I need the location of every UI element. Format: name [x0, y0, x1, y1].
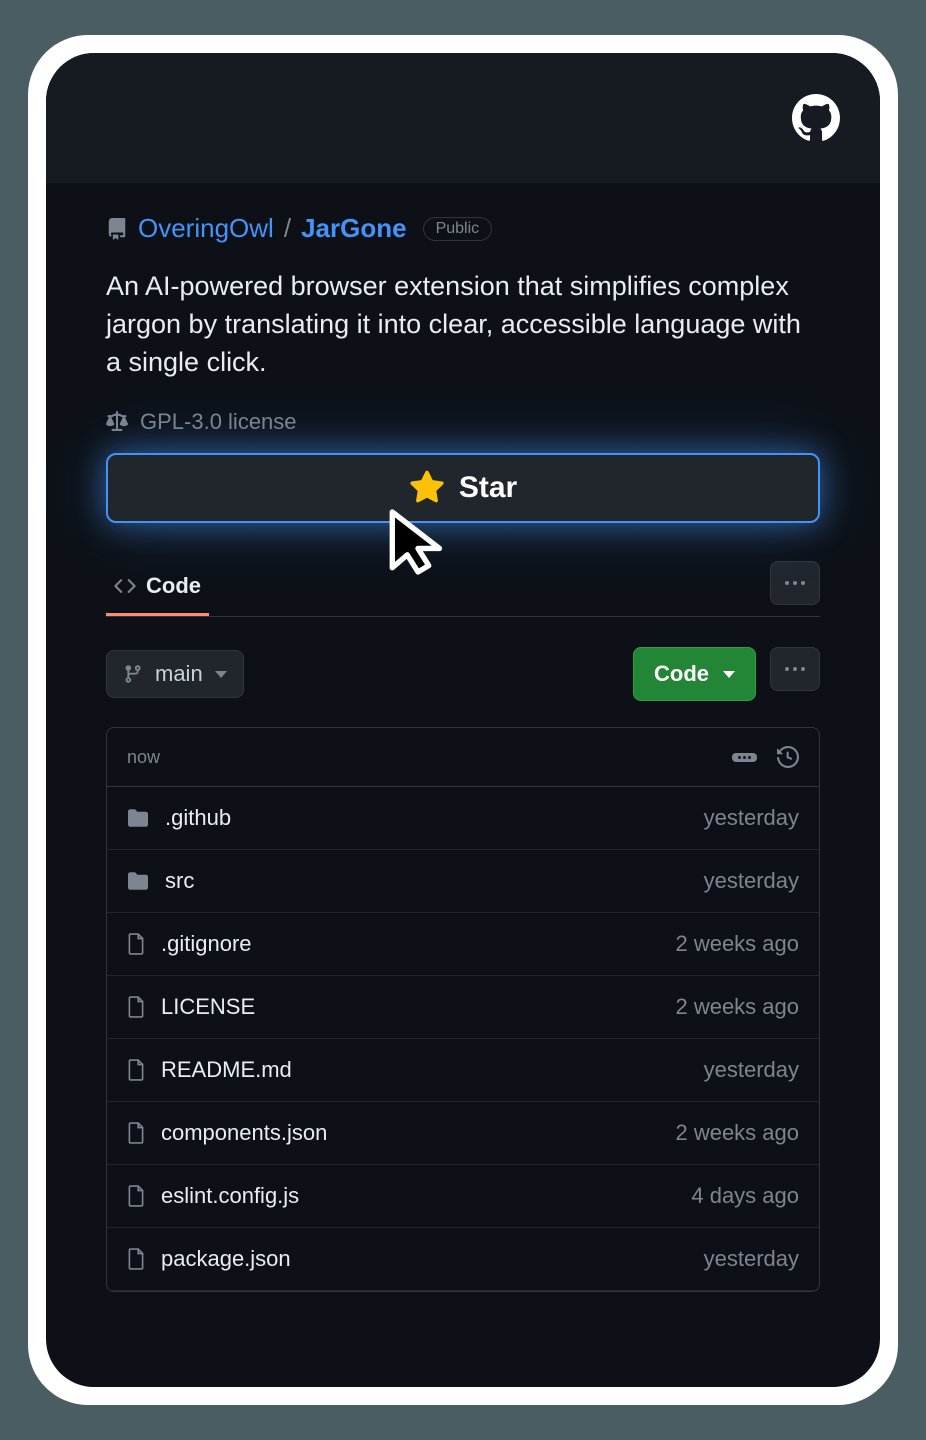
file-time: yesterday — [704, 1057, 799, 1083]
file-row[interactable]: .github yesterday — [107, 787, 819, 850]
file-icon — [127, 1122, 145, 1144]
file-name: .gitignore — [161, 931, 252, 957]
file-time: 4 days ago — [691, 1183, 799, 1209]
code-icon — [114, 575, 136, 597]
folder-icon — [127, 871, 149, 891]
file-icon — [127, 1185, 145, 1207]
branch-select-button[interactable]: main — [106, 650, 244, 698]
breadcrumb-separator: / — [284, 213, 291, 244]
cursor-icon — [388, 507, 448, 577]
breadcrumb-owner[interactable]: OveringOwl — [138, 213, 274, 244]
file-time: yesterday — [704, 868, 799, 894]
repo-description: An AI-powered browser extension that sim… — [106, 268, 820, 381]
file-time: 2 weeks ago — [675, 994, 799, 1020]
branch-icon — [123, 664, 143, 684]
kebab-icon — [785, 581, 805, 585]
code-download-button[interactable]: Code — [633, 647, 756, 701]
visibility-badge: Public — [423, 217, 493, 241]
content: OveringOwl / JarGone Public An AI-powere… — [46, 183, 880, 1292]
file-row[interactable]: eslint.config.js 4 days ago — [107, 1165, 819, 1228]
license-row[interactable]: GPL-3.0 license — [106, 409, 820, 435]
app-window: OveringOwl / JarGone Public An AI-powere… — [46, 53, 880, 1387]
file-name: src — [165, 868, 194, 894]
tab-code-label: Code — [146, 573, 201, 599]
kebab-icon — [785, 667, 805, 671]
file-name: .github — [165, 805, 231, 831]
file-name: components.json — [161, 1120, 327, 1146]
github-logo-icon — [792, 94, 840, 142]
file-name: README.md — [161, 1057, 292, 1083]
file-time: 2 weeks ago — [675, 1120, 799, 1146]
file-name: package.json — [161, 1246, 291, 1272]
code-button-label: Code — [654, 661, 709, 687]
file-icon — [127, 1248, 145, 1270]
file-list: now .github yesterday src yesterday .gitigno… — [106, 727, 820, 1292]
file-row[interactable]: components.json 2 weeks ago — [107, 1102, 819, 1165]
file-time: yesterday — [704, 805, 799, 831]
license-text: GPL-3.0 license — [140, 409, 297, 435]
file-row[interactable]: src yesterday — [107, 850, 819, 913]
file-row[interactable]: package.json yesterday — [107, 1228, 819, 1291]
file-time: 2 weeks ago — [675, 931, 799, 957]
file-row[interactable]: LICENSE 2 weeks ago — [107, 976, 819, 1039]
header-icons — [732, 746, 799, 768]
file-list-header: now — [107, 728, 819, 787]
breadcrumb-repo[interactable]: JarGone — [301, 213, 407, 244]
breadcrumb: OveringOwl / JarGone Public — [106, 213, 820, 244]
file-name: LICENSE — [161, 994, 255, 1020]
license-icon — [106, 411, 128, 433]
tabs-overflow-button[interactable] — [770, 561, 820, 605]
star-icon — [409, 470, 445, 506]
file-time: yesterday — [704, 1246, 799, 1272]
folder-icon — [127, 808, 149, 828]
commit-message-icon[interactable] — [732, 753, 757, 762]
file-icon — [127, 996, 145, 1018]
card-frame: OveringOwl / JarGone Public An AI-powere… — [28, 35, 898, 1405]
chevron-down-icon — [215, 671, 227, 678]
branch-name: main — [155, 661, 203, 687]
file-name: eslint.config.js — [161, 1183, 299, 1209]
actions-row: main Code — [106, 647, 820, 701]
star-button-label: Star — [459, 471, 517, 505]
more-actions-button[interactable] — [770, 647, 820, 691]
topbar — [46, 53, 880, 183]
file-row[interactable]: .gitignore 2 weeks ago — [107, 913, 819, 976]
file-icon — [127, 933, 145, 955]
chevron-down-icon — [723, 671, 735, 678]
right-actions: Code — [633, 647, 820, 701]
tab-code[interactable]: Code — [106, 559, 209, 616]
star-button[interactable]: Star — [106, 453, 820, 523]
repo-icon — [106, 218, 128, 240]
history-icon[interactable] — [777, 746, 799, 768]
tabs-row: Code — [106, 559, 820, 617]
commit-time: now — [127, 747, 160, 768]
file-row[interactable]: README.md yesterday — [107, 1039, 819, 1102]
file-icon — [127, 1059, 145, 1081]
